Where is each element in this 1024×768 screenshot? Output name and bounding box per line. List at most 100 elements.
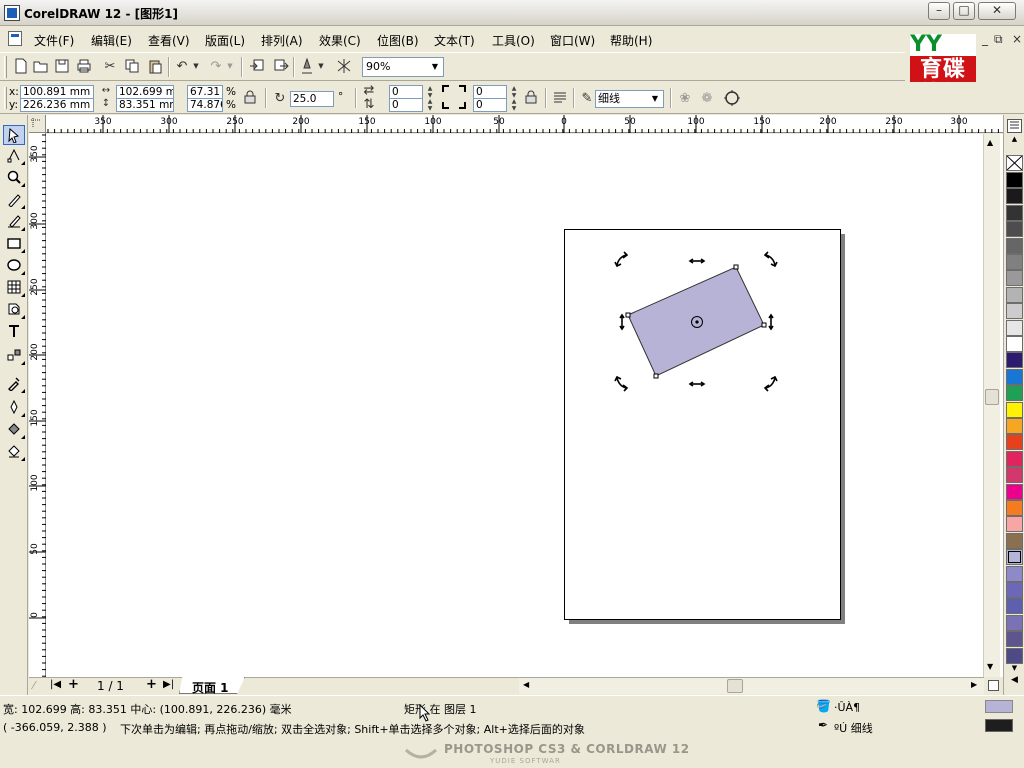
color-swatch[interactable] <box>1006 483 1023 500</box>
ellipse-tool-icon[interactable] <box>3 255 25 275</box>
print-icon[interactable] <box>75 57 93 75</box>
vertical-scroll-thumb[interactable] <box>985 389 999 405</box>
node-circle-icon[interactable] <box>723 89 741 107</box>
corner-roundness-br-field[interactable]: 0 <box>473 98 507 112</box>
save-icon[interactable] <box>53 57 71 75</box>
color-swatch[interactable] <box>1006 385 1023 402</box>
menu-bitmaps[interactable]: 位图(B) <box>377 32 419 49</box>
zoom-level-select[interactable]: 90% ▼ <box>362 57 444 77</box>
add-page-after-icon[interactable]: + <box>146 677 157 692</box>
color-swatch[interactable] <box>1006 549 1023 566</box>
view-navigator-icon[interactable] <box>988 680 999 691</box>
color-swatch[interactable] <box>1006 237 1023 254</box>
corner-node[interactable] <box>733 264 739 270</box>
vertical-ruler[interactable]: 350 300 250 200 150 100 50 0 <box>29 133 46 677</box>
menu-file[interactable]: 文件(F) <box>34 32 74 49</box>
palette-scroll-up-icon[interactable]: ▲ <box>1007 135 1022 143</box>
color-swatch[interactable] <box>1006 319 1023 336</box>
basic-shapes-tool-icon[interactable] <box>3 299 25 319</box>
first-page-icon[interactable]: |◀ <box>50 679 61 690</box>
paste-icon[interactable] <box>146 57 164 75</box>
zoom-tool-icon[interactable] <box>3 167 25 187</box>
color-swatch[interactable] <box>1006 221 1023 238</box>
horizontal-scrollbar[interactable]: ◀ ▶ <box>519 677 984 694</box>
mirror-horizontal-icon[interactable]: ⇄ <box>360 83 378 98</box>
color-swatch[interactable] <box>1006 336 1023 352</box>
corner-node[interactable] <box>653 373 659 379</box>
round-corners-lock-icon[interactable] <box>522 88 540 106</box>
vertical-scrollbar[interactable]: ▲ ▼ <box>983 134 1000 677</box>
app-launcher-icon[interactable] <box>298 57 316 75</box>
outline-tool-icon[interactable] <box>3 397 25 417</box>
export-icon[interactable] <box>272 57 290 75</box>
pick-tool-icon[interactable] <box>3 125 25 145</box>
redo-icon[interactable]: ↷ <box>207 57 225 75</box>
color-swatch[interactable] <box>1006 172 1023 188</box>
corner-roundness-tr-field[interactable]: 0 <box>473 85 507 99</box>
menu-view[interactable]: 查看(V) <box>148 32 190 49</box>
color-swatch[interactable] <box>1006 401 1023 418</box>
rotation-angle-field[interactable]: 25.0 <box>290 91 334 107</box>
open-icon[interactable] <box>32 57 50 75</box>
color-swatch[interactable] <box>1006 352 1023 369</box>
color-swatch[interactable] <box>1006 598 1023 615</box>
wrap-text-icon[interactable] <box>551 89 569 107</box>
convert-to-curves-icon[interactable]: ❀ <box>676 89 694 107</box>
color-swatch[interactable] <box>1006 270 1023 287</box>
color-swatch[interactable] <box>1006 450 1023 467</box>
outline-color-swatch[interactable] <box>985 719 1013 732</box>
menu-arrange[interactable]: 排列(A) <box>261 32 303 49</box>
new-icon[interactable] <box>12 57 30 75</box>
minimize-button[interactable]: – <box>928 2 950 20</box>
scroll-left-icon[interactable]: ◀ <box>523 680 529 689</box>
spin-arrows-icon[interactable]: ▲ ▼ <box>509 85 519 99</box>
palette-scroll-down-icon[interactable]: ▼ <box>1007 664 1022 672</box>
color-swatch[interactable] <box>1006 582 1023 598</box>
color-swatch[interactable] <box>1006 614 1023 631</box>
doc-minimize-button[interactable]: _ <box>982 32 988 46</box>
toolbar-grip[interactable] <box>4 56 7 78</box>
add-page-before-icon[interactable]: + <box>68 677 79 692</box>
color-swatch[interactable] <box>1006 647 1023 664</box>
color-swatch[interactable] <box>1006 434 1023 451</box>
menu-layout[interactable]: 版面(L) <box>205 32 245 49</box>
shape-tool-icon[interactable] <box>3 145 25 165</box>
color-swatch[interactable] <box>1006 500 1023 516</box>
scale-x-field[interactable]: 67.31 <box>187 85 223 99</box>
maximize-button[interactable]: □ <box>953 2 975 20</box>
color-swatch[interactable] <box>1006 418 1023 434</box>
color-swatch[interactable] <box>1006 565 1023 582</box>
fill-tool-icon[interactable] <box>3 419 25 439</box>
menu-window[interactable]: 窗口(W) <box>550 32 595 49</box>
corner-node[interactable] <box>625 312 631 318</box>
color-swatch[interactable] <box>1006 188 1023 205</box>
x-position-field[interactable]: 100.891 mm <box>20 85 94 99</box>
copy-icon[interactable] <box>123 57 141 75</box>
freehand-tool-icon[interactable] <box>3 189 25 209</box>
rectangle-tool-icon[interactable] <box>3 233 25 253</box>
menu-tools[interactable]: 工具(O) <box>492 32 535 49</box>
menu-help[interactable]: 帮助(H) <box>610 32 652 49</box>
palette-menu-icon[interactable] <box>1007 119 1022 133</box>
object-height-field[interactable]: 83.351 mm <box>116 98 174 112</box>
color-swatch[interactable] <box>1006 631 1023 648</box>
color-swatch[interactable] <box>1006 254 1023 270</box>
close-button[interactable]: ✕ <box>978 2 1016 20</box>
scroll-down-icon[interactable]: ▼ <box>987 662 993 671</box>
outline-width-select[interactable]: 细线 ▼ <box>595 90 664 108</box>
color-swatch[interactable] <box>1006 532 1023 549</box>
scale-y-field[interactable]: 74.876 <box>187 98 223 112</box>
redo-dropdown-icon[interactable]: ▼ <box>225 57 235 75</box>
menu-effects[interactable]: 效果(C) <box>319 32 361 49</box>
text-tool-icon[interactable] <box>3 321 25 341</box>
mirror-vertical-icon[interactable]: ⇅ <box>360 97 378 112</box>
interactive-fill-tool-icon[interactable] <box>3 441 25 461</box>
undo-dropdown-icon[interactable]: ▼ <box>191 57 201 75</box>
undo-icon[interactable]: ↶ <box>173 57 191 75</box>
toolbar-grip[interactable] <box>4 87 7 109</box>
color-swatch[interactable] <box>1006 516 1023 533</box>
palette-expand-icon[interactable]: ◀ <box>1007 675 1022 685</box>
y-position-field[interactable]: 226.236 mm <box>20 98 94 112</box>
menu-text[interactable]: 文本(T) <box>434 32 475 49</box>
cut-icon[interactable]: ✂ <box>101 57 119 75</box>
